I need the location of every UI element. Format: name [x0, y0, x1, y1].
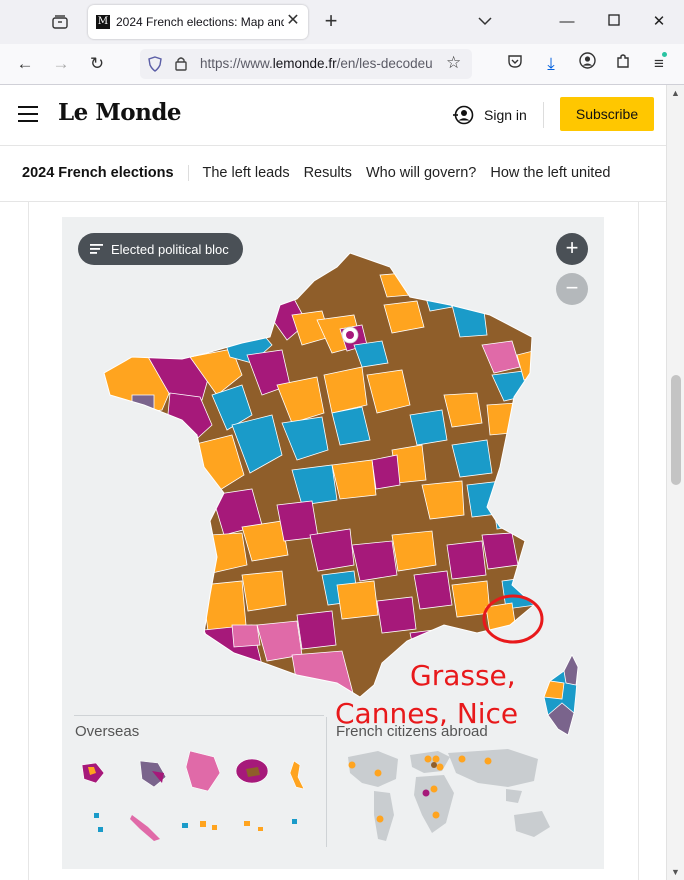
downloads-icon[interactable]: ⤓ [538, 52, 564, 76]
article-right-rule [638, 201, 639, 880]
browser-nav-bar: ← → ↻ https://www.lemonde.fr/en/les-deco… [0, 44, 684, 85]
shield-icon[interactable] [148, 56, 162, 72]
app-menu-icon[interactable]: ≡ [646, 52, 672, 76]
annotation-text-grasse: Grasse, [410, 659, 516, 692]
update-dot-icon [662, 52, 667, 57]
lock-icon[interactable] [175, 56, 187, 71]
extensions-icon[interactable] [610, 52, 636, 76]
address-bar[interactable]: https://www.lemonde.fr/en/les-decodeu ☆ [140, 49, 472, 79]
active-tab[interactable]: M 2024 French elections: Map and ✕ [88, 5, 308, 39]
sign-in-link[interactable]: Sign in [452, 103, 527, 127]
tab-list-icon[interactable] [46, 10, 74, 34]
lemonde-favicon-icon: M [96, 15, 110, 29]
annotation-text-cannes-nice: Cannes, Nice [335, 697, 519, 730]
overseas-map[interactable] [74, 743, 324, 863]
close-window-icon[interactable]: ✕ [646, 10, 672, 34]
page-scrollbar[interactable]: ▲ ▼ [666, 85, 684, 880]
overseas-divider [74, 715, 324, 716]
new-tab-icon[interactable]: + [318, 9, 344, 35]
site-header: Le Monde Sign in Subscribe [0, 85, 666, 146]
subnav-link-results[interactable]: Results [304, 165, 352, 181]
reload-icon[interactable]: ↻ [84, 52, 110, 76]
subnav-title[interactable]: 2024 French elections [22, 165, 189, 181]
back-icon[interactable]: ← [12, 52, 38, 76]
account-icon[interactable] [574, 52, 600, 76]
scrollbar-thumb[interactable] [671, 375, 681, 485]
overseas-title: Overseas [75, 723, 140, 740]
corsica-map[interactable] [542, 653, 582, 737]
scroll-down-icon[interactable]: ▼ [671, 867, 680, 877]
subnav-link-who-will-govern[interactable]: Who will govern? [366, 165, 476, 181]
close-tab-icon[interactable]: ✕ [284, 12, 302, 30]
chevron-down-icon[interactable] [472, 10, 498, 34]
user-icon [453, 105, 474, 125]
pocket-icon[interactable] [502, 52, 528, 76]
article-left-rule [28, 201, 29, 880]
le-monde-logo[interactable]: Le Monde [58, 99, 182, 126]
url-text: https://www.lemonde.fr/en/les-decodeu [200, 56, 433, 71]
abroad-world-map[interactable] [338, 745, 568, 855]
maximize-icon[interactable] [601, 10, 627, 34]
sign-in-label: Sign in [484, 107, 527, 123]
forward-icon[interactable]: → [48, 52, 74, 76]
scroll-up-icon[interactable]: ▲ [671, 88, 680, 98]
section-vertical-divider [326, 717, 327, 847]
minimize-icon[interactable]: — [554, 10, 580, 34]
hamburger-menu-icon[interactable] [18, 106, 38, 122]
bookmark-star-icon[interactable]: ☆ [446, 53, 461, 73]
subnav-link-left-leads[interactable]: The left leads [203, 165, 290, 181]
web-page: Le Monde Sign in Subscribe 2024 French e… [0, 85, 666, 880]
france-map[interactable] [92, 245, 582, 715]
subnav-link-how-left-united[interactable]: How the left united [490, 165, 610, 181]
browser-tab-bar: M 2024 French elections: Map and ✕ + — ✕ [0, 0, 684, 44]
election-subnav: 2024 French elections The left leads Res… [0, 145, 666, 202]
header-divider [543, 102, 544, 128]
election-map[interactable]: Elected political bloc + − Overseas Fren… [62, 217, 604, 869]
tab-title: 2024 French elections: Map and [116, 15, 284, 29]
subscribe-button[interactable]: Subscribe [560, 97, 654, 131]
